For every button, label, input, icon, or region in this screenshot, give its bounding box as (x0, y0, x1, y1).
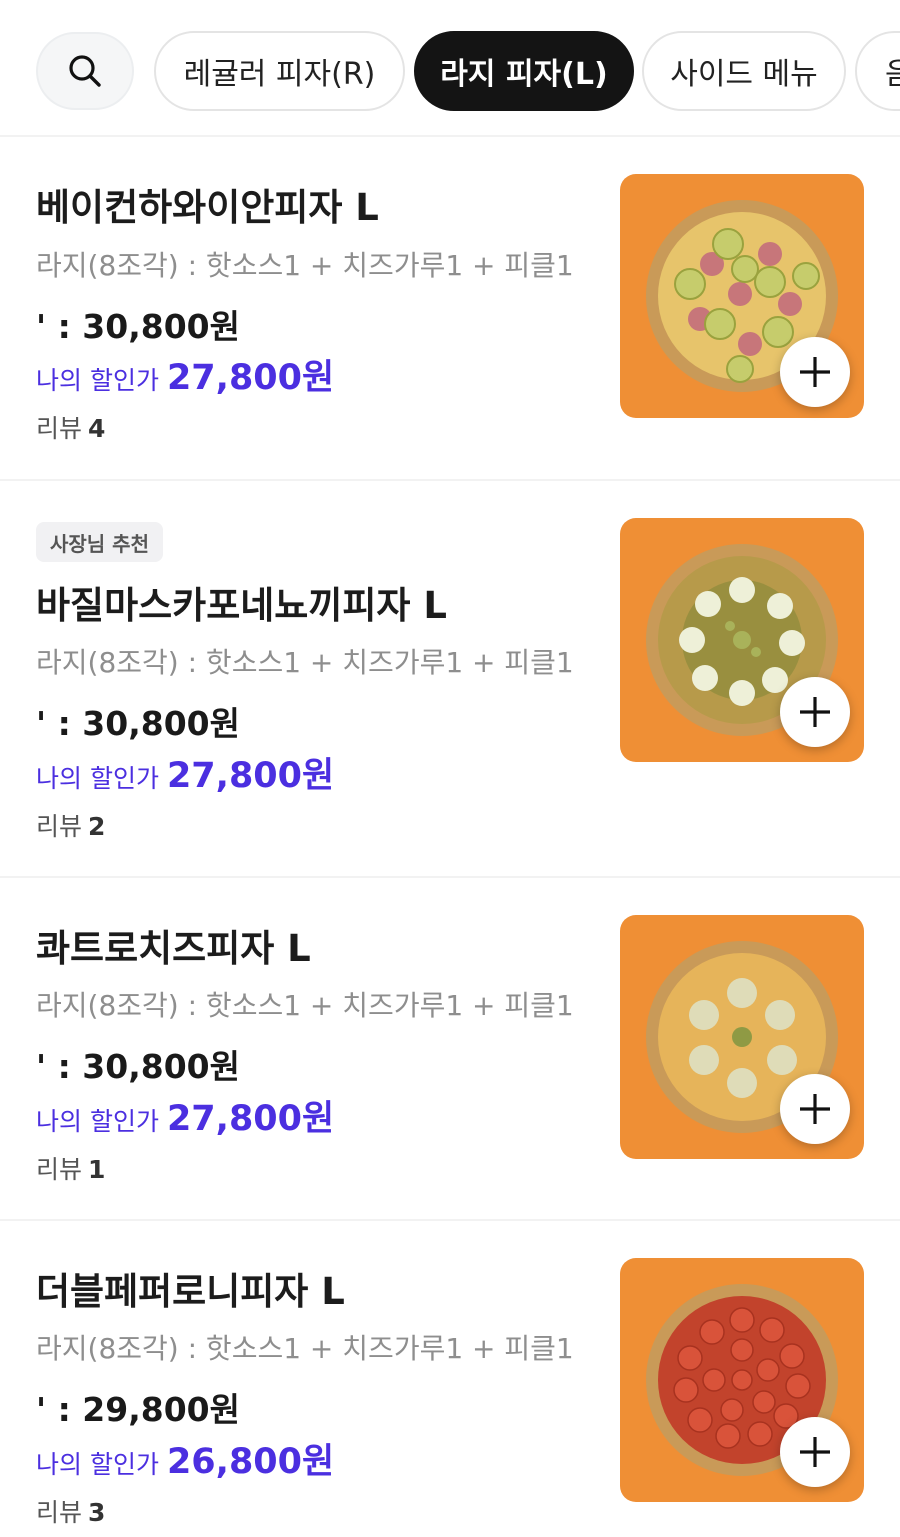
review-number: 3 (88, 1498, 106, 1527)
item-name: 콰트로치즈피자 L (36, 927, 311, 970)
review-count: 리뷰 4 (36, 409, 105, 445)
review-label: 리뷰 (36, 1498, 83, 1527)
item-price: ' : 30,800원 (36, 1047, 240, 1086)
discount-price-row: 나의 할인가 27,800원 (36, 747, 334, 798)
item-name: 베이컨하와이안피자 L (36, 186, 379, 229)
item-price: ' : 30,800원 (36, 307, 240, 346)
item-price: ' : 30,800원 (36, 704, 240, 743)
discount-label: 나의 할인가 (36, 366, 159, 395)
item-description: 라지(8조각) : 핫소스1 + 치즈가루1 + 피클1 (36, 1332, 574, 1365)
recommend-badge: 사장님 추천 (36, 522, 163, 562)
plus-icon (800, 697, 830, 727)
category-tab-bar: 레귤러 피자(R) 라지 피자(L) 사이드 메뉴 음 (0, 0, 900, 137)
tab-large-pizza[interactable]: 라지 피자(L) (414, 31, 634, 111)
item-name: 바질마스카포네뇨끼피자 L (36, 584, 447, 627)
discount-label: 나의 할인가 (36, 1107, 159, 1136)
discount-label: 나의 할인가 (36, 764, 159, 793)
discount-price: 26,800원 (166, 1442, 335, 1482)
item-description: 라지(8조각) : 핫소스1 + 치즈가루1 + 피클1 (36, 646, 574, 679)
menu-item[interactable]: 더블페퍼로니피자 L 라지(8조각) : 핫소스1 + 치즈가루1 + 피클1 … (0, 1221, 900, 1537)
menu-item[interactable]: 사장님 추천 바질마스카포네뇨끼피자 L 라지(8조각) : 핫소스1 + 치즈… (0, 481, 900, 878)
plus-icon (800, 1094, 830, 1124)
menu-item[interactable]: 콰트로치즈피자 L 라지(8조각) : 핫소스1 + 치즈가루1 + 피클1 '… (0, 878, 900, 1221)
discount-price: 27,800원 (166, 1099, 335, 1139)
review-number: 2 (88, 812, 106, 841)
review-label: 리뷰 (36, 1155, 83, 1184)
add-to-cart-button[interactable] (780, 1417, 850, 1487)
item-price: ' : 29,800원 (36, 1390, 240, 1429)
add-to-cart-button[interactable] (780, 677, 850, 747)
plus-icon (800, 1437, 830, 1467)
discount-price-row: 나의 할인가 27,800원 (36, 349, 334, 400)
review-count: 리뷰 2 (36, 807, 105, 843)
tab-regular-pizza[interactable]: 레귤러 피자(R) (154, 31, 405, 111)
review-number: 4 (88, 414, 106, 443)
review-label: 리뷰 (36, 812, 83, 841)
review-label: 리뷰 (36, 414, 83, 443)
tab-side-menu[interactable]: 사이드 메뉴 (642, 31, 846, 111)
add-to-cart-button[interactable] (780, 1074, 850, 1144)
tab-beverage[interactable]: 음 (855, 31, 900, 111)
discount-price: 27,800원 (166, 756, 335, 796)
item-name: 더블페퍼로니피자 L (36, 1270, 345, 1313)
menu-item[interactable]: 베이컨하와이안피자 L 라지(8조각) : 핫소스1 + 치즈가루1 + 피클1… (0, 137, 900, 481)
discount-label: 나의 할인가 (36, 1450, 159, 1479)
plus-icon (800, 357, 830, 387)
discount-price-row: 나의 할인가 26,800원 (36, 1433, 334, 1484)
search-icon (69, 55, 101, 87)
discount-price: 27,800원 (166, 358, 335, 398)
review-count: 리뷰 3 (36, 1493, 105, 1529)
review-count: 리뷰 1 (36, 1150, 105, 1186)
add-to-cart-button[interactable] (780, 337, 850, 407)
item-description: 라지(8조각) : 핫소스1 + 치즈가루1 + 피클1 (36, 249, 574, 282)
search-button[interactable] (36, 32, 134, 110)
review-number: 1 (88, 1155, 106, 1184)
item-description: 라지(8조각) : 핫소스1 + 치즈가루1 + 피클1 (36, 989, 574, 1022)
discount-price-row: 나의 할인가 27,800원 (36, 1090, 334, 1141)
